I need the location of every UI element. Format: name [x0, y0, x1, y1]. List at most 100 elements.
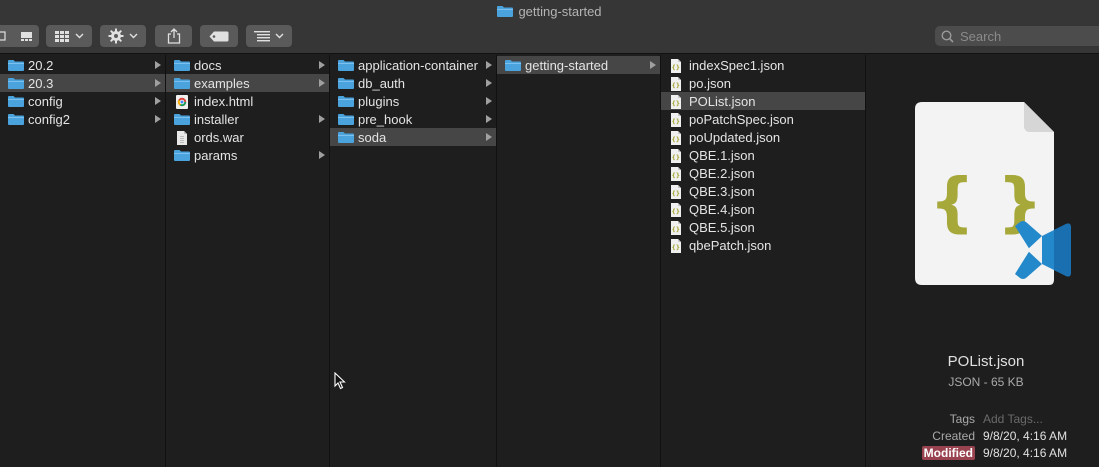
list-item-soda[interactable]: soda	[330, 128, 496, 146]
folder-icon	[497, 5, 514, 20]
list-item-po-json[interactable]: {} po.json	[661, 74, 865, 92]
view-mode-button[interactable]	[0, 25, 39, 47]
svg-text:{}: {}	[672, 119, 681, 126]
folder-icon	[174, 149, 190, 164]
list-item-qbe-5-json[interactable]: {} QBE.5.json	[661, 218, 865, 236]
list-item-label: QBE.2.json	[689, 166, 755, 181]
list-item-label: indexSpec1.json	[689, 58, 785, 73]
list-item-label: pre_hook	[358, 112, 413, 127]
folder-icon	[174, 77, 190, 92]
svg-text:{}: {}	[672, 191, 681, 198]
list-item-label: 20.2	[28, 58, 54, 73]
window-title-text: getting-started	[518, 4, 602, 19]
list-item-plugins[interactable]: plugins	[330, 92, 496, 110]
list-item-label: QBE.1.json	[689, 148, 755, 163]
group-button[interactable]	[46, 25, 92, 47]
disclosure-arrow-icon	[155, 79, 161, 87]
search-input[interactable]	[960, 28, 1099, 44]
svg-text:{}: {}	[672, 155, 681, 162]
modified-row: Modified 9/8/20, 4:16 AM	[866, 446, 1099, 462]
tags-button[interactable]	[200, 25, 238, 47]
column-5[interactable]: {} indexSpec1.json{} po.json{} POList.json{…	[661, 55, 866, 467]
list-item-application-container[interactable]: application-container	[330, 56, 496, 74]
list-item-polist-json[interactable]: {} POList.json	[661, 92, 865, 110]
list-item-label: docs	[194, 58, 222, 73]
column-4[interactable]: getting-started	[497, 55, 661, 467]
list-item-popatchspec-json[interactable]: {} poPatchSpec.json	[661, 110, 865, 128]
mouse-cursor-icon	[334, 372, 346, 390]
folder-icon	[8, 113, 24, 128]
disclosure-arrow-icon	[650, 61, 656, 69]
share-button[interactable]	[155, 25, 192, 47]
list-item-label: application-container	[358, 58, 478, 73]
list-item-config2[interactable]: config2	[0, 110, 165, 128]
preview-pane: { } POList.json JSON - 65 KB Tags Add Ta…	[866, 55, 1099, 467]
preview-file-name: POList.json	[947, 353, 1025, 370]
list-item-qbe-4-json[interactable]: {} QBE.4.json	[661, 200, 865, 218]
column-list: getting-started	[497, 55, 660, 74]
list-item-config[interactable]: config	[0, 92, 165, 110]
created-label: Created	[932, 429, 975, 443]
list-item-examples[interactable]: examples	[166, 74, 329, 92]
list-item-label: POList.json	[689, 94, 756, 109]
list-item-qbepatch-json[interactable]: {} qbePatch.json	[661, 236, 865, 254]
list-item-installer[interactable]: installer	[166, 110, 329, 128]
svg-text:{}: {}	[672, 227, 681, 234]
list-item-pre-hook[interactable]: pre_hook	[330, 110, 496, 128]
view-columns-icon	[0, 31, 32, 41]
chevron-down-icon	[129, 33, 138, 39]
list-item-index-html[interactable]: index.html	[166, 92, 329, 110]
svg-text:{}: {}	[672, 245, 681, 252]
disclosure-arrow-icon	[319, 79, 325, 87]
list-item-qbe-1-json[interactable]: {} QBE.1.json	[661, 146, 865, 164]
list-item-indexspec1-json[interactable]: {} indexSpec1.json	[661, 56, 865, 74]
toolbar: getting-started	[0, 0, 1099, 54]
disclosure-arrow-icon	[486, 79, 492, 87]
folder-icon	[338, 77, 354, 92]
list-item-poupdated-json[interactable]: {} poUpdated.json	[661, 128, 865, 146]
created-row: Created 9/8/20, 4:16 AM	[866, 429, 1099, 445]
sort-button[interactable]	[246, 25, 292, 47]
list-item-ords-war[interactable]: ords.war	[166, 128, 329, 146]
column-3[interactable]: application-container db_authplugins pre_h…	[330, 55, 497, 467]
list-item-label: QBE.5.json	[689, 220, 755, 235]
list-item-qbe-2-json[interactable]: {} QBE.2.json	[661, 164, 865, 182]
chevron-down-icon	[75, 33, 84, 39]
disclosure-arrow-icon	[486, 61, 492, 69]
list-item-label: examples	[194, 76, 250, 91]
svg-text:{}: {}	[672, 173, 681, 180]
list-item-label: config	[28, 94, 63, 109]
action-button[interactable]	[100, 25, 146, 47]
add-tags-field[interactable]: Add Tags...	[983, 412, 1043, 426]
tags-label: Tags	[949, 412, 975, 426]
list-icon	[254, 31, 270, 42]
svg-text:{}: {}	[672, 209, 681, 216]
list-item-label: poPatchSpec.json	[689, 112, 794, 127]
list-item-label: plugins	[358, 94, 400, 109]
list-item-docs[interactable]: docs	[166, 56, 329, 74]
disclosure-arrow-icon	[155, 97, 161, 105]
folder-icon	[8, 77, 24, 92]
folder-icon	[338, 131, 354, 146]
list-item-getting-started[interactable]: getting-started	[497, 56, 660, 74]
search-icon	[941, 29, 954, 43]
folder-icon	[338, 59, 354, 74]
disclosure-arrow-icon	[155, 61, 161, 69]
column-2[interactable]: docs examples index.html installer ords.war p…	[166, 55, 330, 467]
list-item-db-auth[interactable]: db_auth	[330, 74, 496, 92]
preview-file-kind: JSON - 65 KB	[948, 375, 1024, 389]
list-item-20-3[interactable]: 20.3	[0, 74, 165, 92]
json-document-icon: { }	[914, 102, 1074, 302]
folder-icon	[174, 113, 190, 128]
list-item-20-2[interactable]: 20.2	[0, 56, 165, 74]
svg-text:{}: {}	[672, 137, 681, 144]
column-list: 20.2 20.3 config config2	[0, 55, 165, 128]
modified-value: 9/8/20, 4:16 AM	[983, 446, 1068, 460]
share-icon	[167, 28, 180, 44]
created-value: 9/8/20, 4:16 AM	[983, 429, 1068, 443]
list-item-label: ords.war	[194, 130, 244, 145]
list-item-params[interactable]: params	[166, 146, 329, 164]
search-field[interactable]	[935, 26, 1099, 46]
list-item-qbe-3-json[interactable]: {} QBE.3.json	[661, 182, 865, 200]
column-1[interactable]: 20.2 20.3 config config2	[0, 55, 166, 467]
